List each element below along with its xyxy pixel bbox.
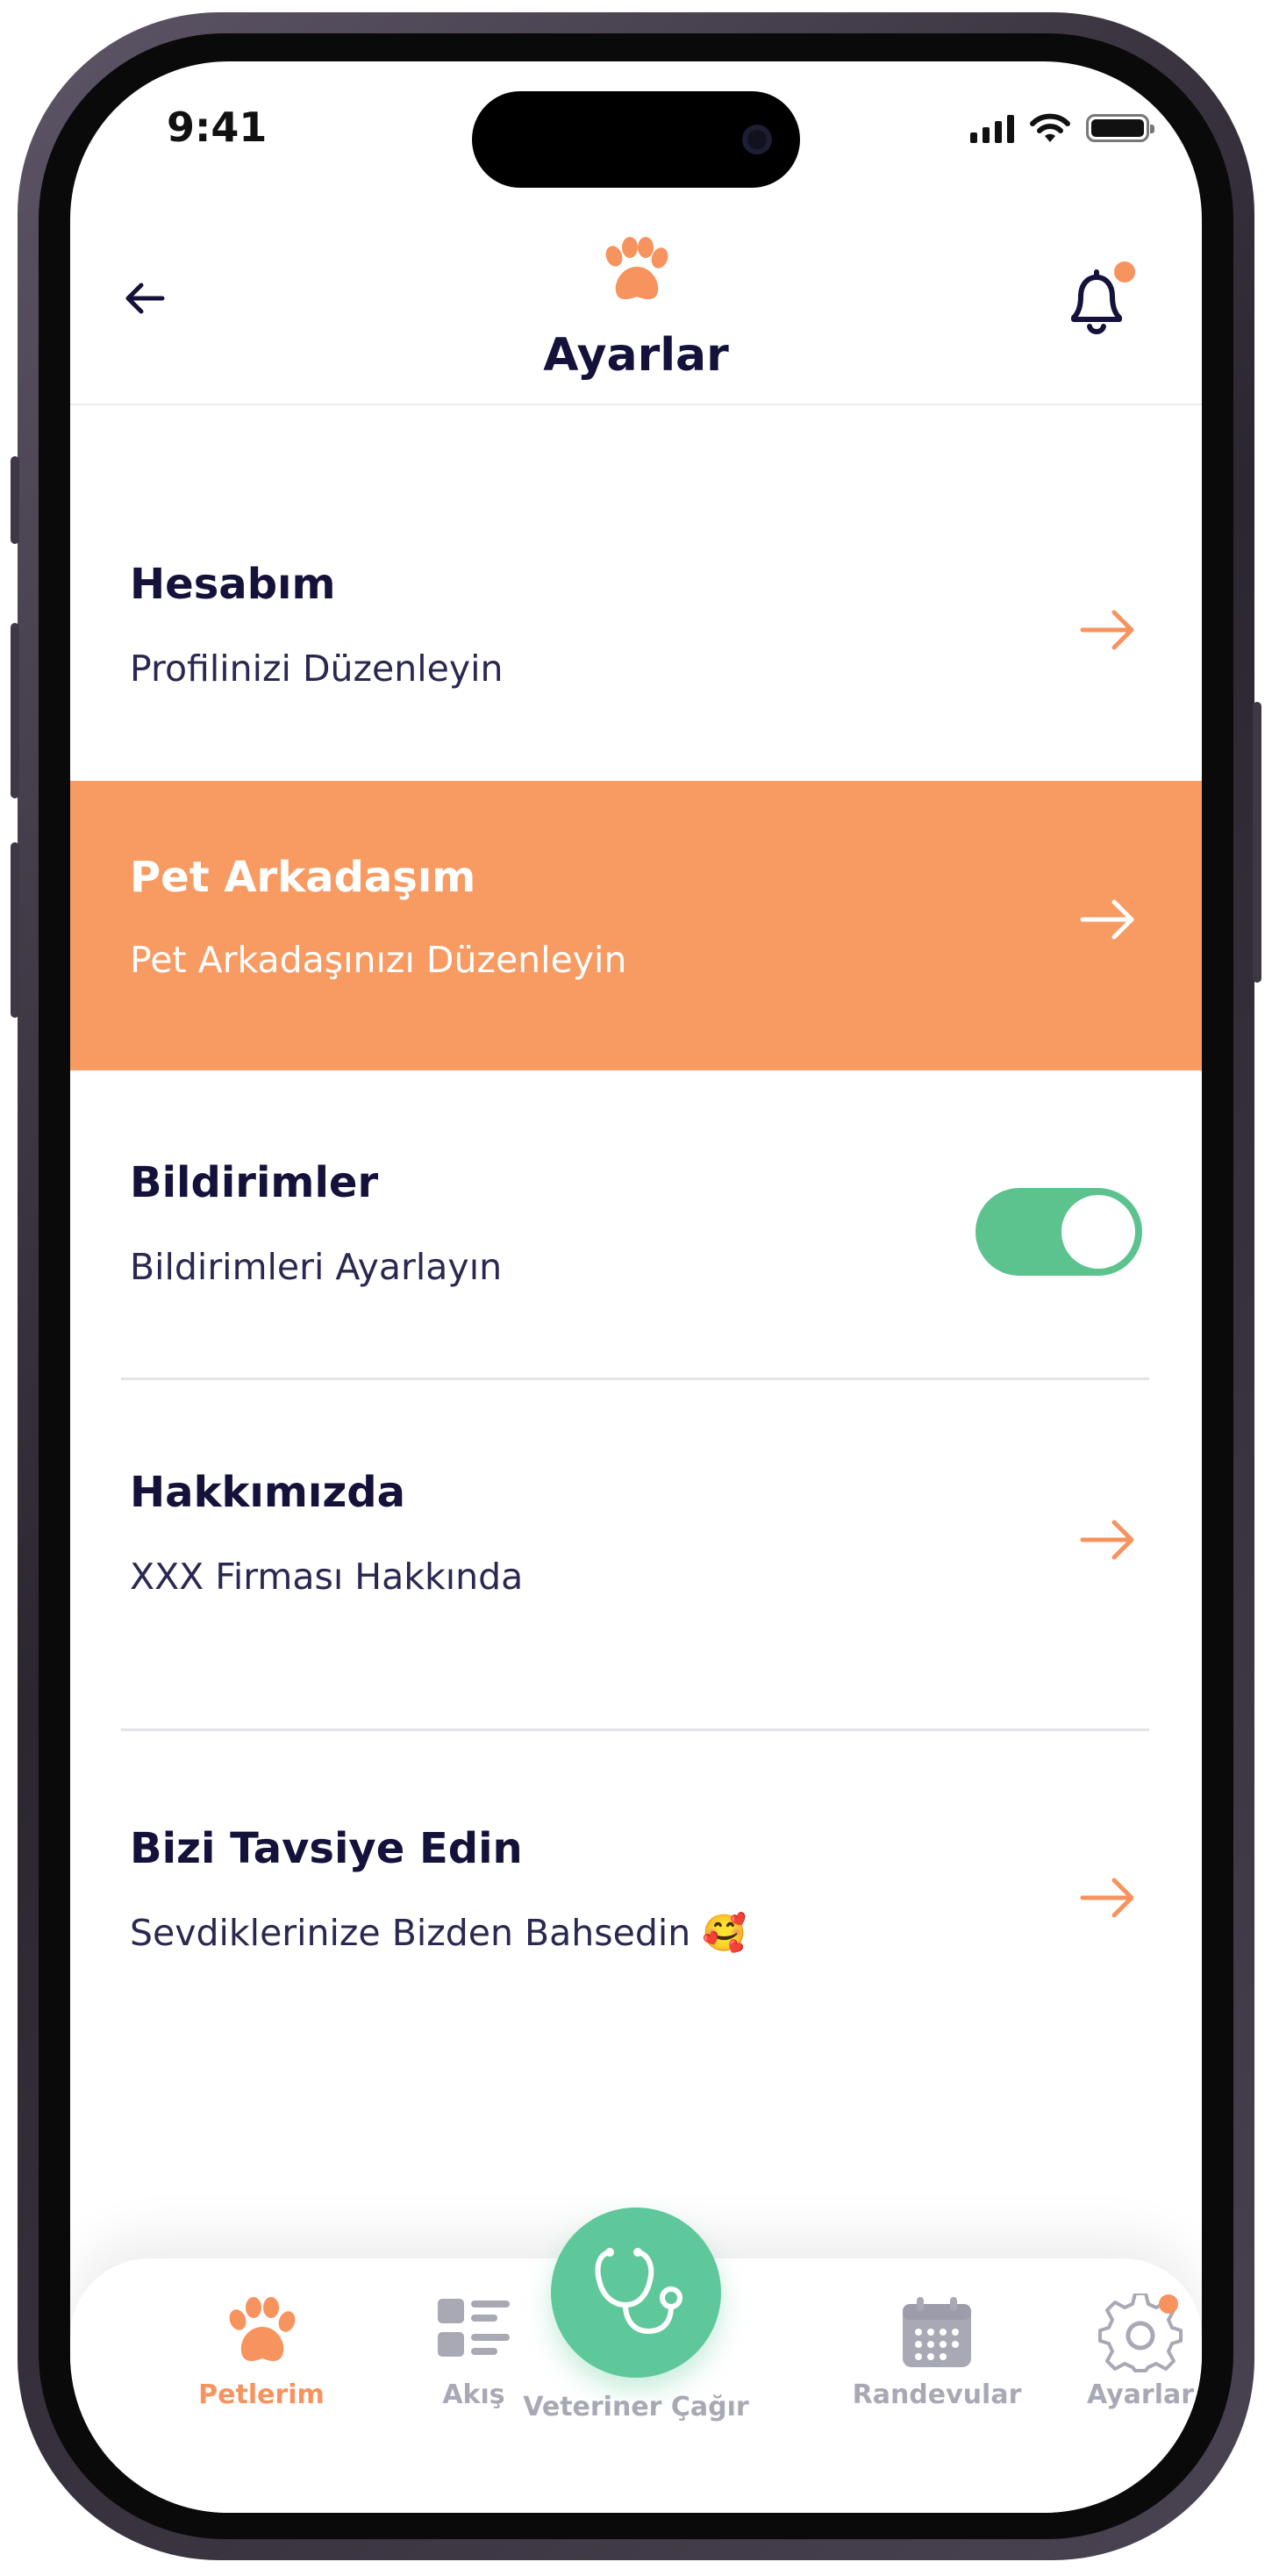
app-screen: 9:41 Ayarlar Hesabım Profilinizi Düzenle… (70, 61, 1202, 2513)
row-subtitle: Bildirimleri Ayarlayın (130, 1246, 503, 1288)
stethoscope-icon (595, 2248, 682, 2335)
notifications-button[interactable] (1061, 254, 1140, 342)
wifi-icon (1030, 113, 1070, 142)
settings-row-pet-friend[interactable]: Pet Arkadaşım Pet Arkadaşınızı Düzenleyi… (70, 781, 1202, 1070)
arrow-left-icon (125, 283, 165, 314)
status-bar: 9:41 (70, 61, 1202, 188)
row-subtitle: Pet Arkadaşınızı Düzenleyin (130, 939, 627, 981)
row-subtitle: Sevdiklerinize Bizden Bahsedin 🥰 (130, 1912, 747, 1954)
row-subtitle: Profilinizi Düzenleyin (130, 648, 504, 690)
page-title: Ayarlar (543, 329, 729, 382)
notifications-toggle[interactable] (975, 1188, 1142, 1276)
tab-label: Randevular (852, 2379, 1022, 2410)
row-title: Hesabım (130, 560, 336, 609)
paw-icon (229, 2297, 296, 2361)
toggle-knob (1061, 1195, 1135, 1269)
gear-icon (1098, 2293, 1183, 2372)
tab-ayarlar[interactable]: Ayarlar (1035, 2258, 1202, 2434)
feed-icon (438, 2299, 510, 2357)
settings-row-about[interactable]: Hakkımızda XXX Firması Hakkında (70, 1380, 1202, 1728)
volume-down-button (11, 842, 19, 1018)
arrow-right-icon (1080, 1878, 1134, 1918)
row-title: Hakkımızda (130, 1468, 406, 1517)
settings-row-account[interactable]: Hesabım Profilinizi Düzenleyin (70, 404, 1202, 781)
back-button[interactable] (114, 268, 175, 329)
arrow-right-icon (1080, 899, 1134, 940)
volume-up-button (11, 623, 19, 798)
cellular-signal-icon (970, 113, 1014, 143)
tab-bar: Petlerim Akış Veteriner Çağır Randevular… (70, 2207, 1202, 2513)
header: Ayarlar (70, 167, 1202, 405)
tab-label: Petlerim (198, 2379, 325, 2410)
silent-switch (11, 456, 19, 544)
paw-icon (605, 237, 668, 300)
calendar-icon (903, 2297, 971, 2367)
call-vet-label: Veteriner Çağır (523, 2392, 749, 2422)
tab-label: Ayarlar (1086, 2379, 1195, 2410)
arrow-right-icon (1080, 1520, 1134, 1560)
status-icons (970, 111, 1154, 146)
arrow-right-icon (1080, 610, 1134, 650)
battery-icon (1086, 114, 1154, 142)
row-title: Pet Arkadaşım (130, 853, 476, 902)
row-subtitle: XXX Firması Hakkında (130, 1556, 524, 1598)
power-button (1253, 702, 1261, 983)
call-vet-button[interactable] (551, 2207, 721, 2378)
tab-petlerim[interactable]: Petlerim (156, 2258, 367, 2434)
status-time: 9:41 (167, 104, 268, 151)
row-title: Bildirimler (130, 1158, 379, 1207)
settings-row-notifications: Bildirimler Bildirimleri Ayarlayın (70, 1070, 1202, 1377)
tab-randevular[interactable]: Randevular (832, 2258, 1042, 2434)
row-title: Bizi Tavsiye Edin (130, 1824, 523, 1873)
notification-badge (1114, 261, 1135, 283)
settings-row-recommend[interactable]: Bizi Tavsiye Edin Sevdiklerinize Bizden … (70, 1731, 1202, 2082)
camera-icon (742, 125, 772, 154)
